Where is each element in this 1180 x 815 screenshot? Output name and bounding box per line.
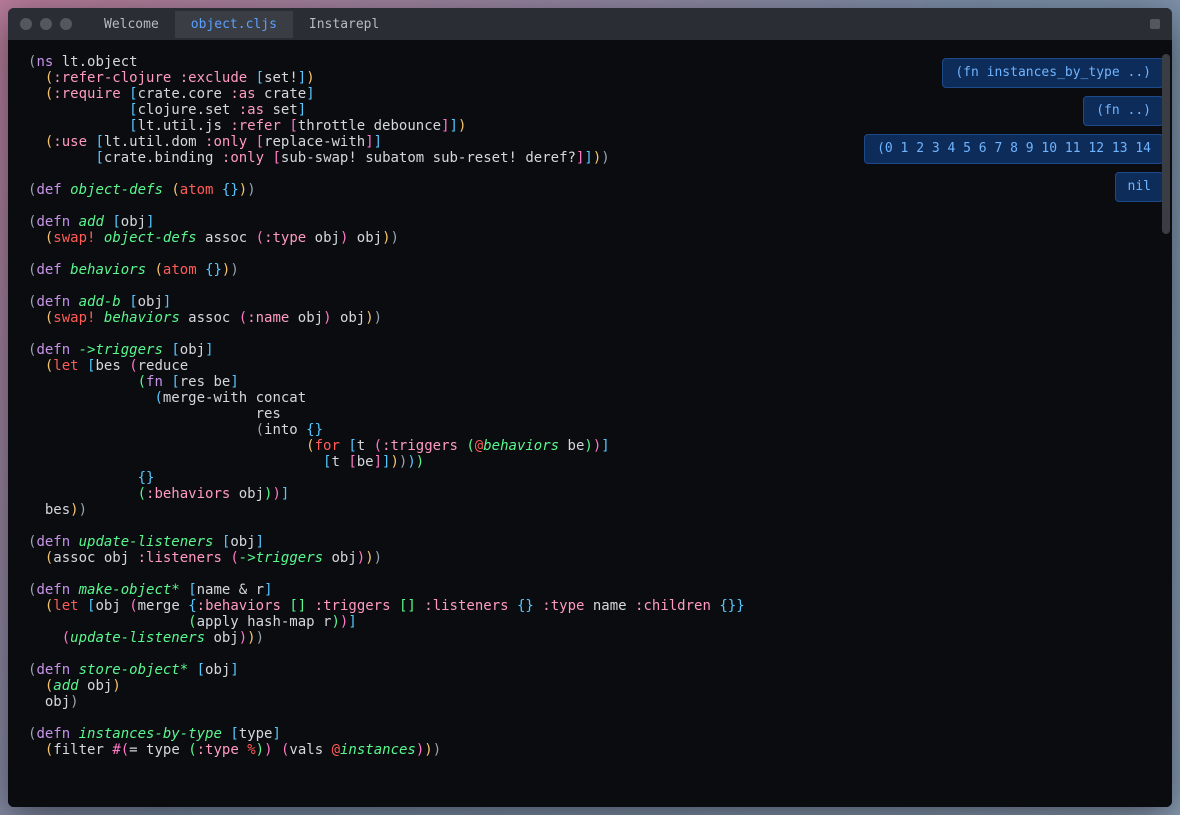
- code-line[interactable]: [t [be]])))): [28, 454, 1152, 470]
- code-line[interactable]: (defn update-listeners [obj]: [28, 534, 1152, 550]
- tab-instarepl[interactable]: Instarepl: [293, 11, 395, 38]
- code-line[interactable]: (def behaviors (atom {})): [28, 262, 1152, 278]
- eval-results: (fn instances_by_type ..) (fn ..) (0 1 2 3…: [864, 58, 1164, 202]
- editor-area[interactable]: (ns lt.object (:refer-clojure :exclude […: [8, 40, 1172, 807]
- code-line[interactable]: (for [t (:triggers (@behaviors be))]: [28, 438, 1152, 454]
- tab-welcome[interactable]: Welcome: [88, 11, 175, 38]
- code-line[interactable]: (merge-with concat: [28, 390, 1152, 406]
- code-line[interactable]: (update-listeners obj))): [28, 630, 1152, 646]
- code-line[interactable]: (fn [res be]: [28, 374, 1152, 390]
- eval-result[interactable]: (0 1 2 3 4 5 6 7 8 9 10 11 12 13 14: [864, 134, 1164, 164]
- minimize-window-icon[interactable]: [40, 18, 52, 30]
- code-line[interactable]: {}: [28, 470, 1152, 486]
- close-window-icon[interactable]: [20, 18, 32, 30]
- tab-bar: Welcomeobject.cljsInstarepl: [88, 11, 1150, 38]
- code-line[interactable]: (defn add-b [obj]: [28, 294, 1152, 310]
- eval-result[interactable]: (fn instances_by_type ..): [942, 58, 1164, 88]
- code-line[interactable]: obj): [28, 694, 1152, 710]
- code-line[interactable]: res: [28, 406, 1152, 422]
- code-line[interactable]: (defn instances-by-type [type]: [28, 726, 1152, 742]
- code-line[interactable]: [28, 278, 1152, 294]
- code-line[interactable]: (defn ->triggers [obj]: [28, 342, 1152, 358]
- code-line[interactable]: [28, 246, 1152, 262]
- code-line[interactable]: [28, 326, 1152, 342]
- code-line[interactable]: [28, 566, 1152, 582]
- code-line[interactable]: (let [bes (reduce: [28, 358, 1152, 374]
- code-line[interactable]: (defn add [obj]: [28, 214, 1152, 230]
- code-line[interactable]: (apply hash-map r))]: [28, 614, 1152, 630]
- code-line[interactable]: bes)): [28, 502, 1152, 518]
- eval-result[interactable]: (fn ..): [1083, 96, 1164, 126]
- code-line[interactable]: [28, 710, 1152, 726]
- tab-object-cljs[interactable]: object.cljs: [175, 11, 293, 38]
- code-line[interactable]: (into {}: [28, 422, 1152, 438]
- code-line[interactable]: (assoc obj :listeners (->triggers obj))): [28, 550, 1152, 566]
- eval-result[interactable]: nil: [1115, 172, 1164, 202]
- code-line[interactable]: (filter #(= type (:type %)) (vals @insta…: [28, 742, 1152, 758]
- scrollbar-thumb[interactable]: [1162, 54, 1170, 234]
- code-line[interactable]: (let [obj (merge {:behaviors [] :trigger…: [28, 598, 1152, 614]
- code-line[interactable]: (swap! object-defs assoc (:type obj) obj…: [28, 230, 1152, 246]
- tab-overflow-indicator[interactable]: [1150, 19, 1160, 29]
- code-line[interactable]: [28, 518, 1152, 534]
- editor-window: Welcomeobject.cljsInstarepl (ns lt.objec…: [8, 8, 1172, 807]
- code-line[interactable]: (swap! behaviors assoc (:name obj) obj)): [28, 310, 1152, 326]
- zoom-window-icon[interactable]: [60, 18, 72, 30]
- traffic-lights: [20, 18, 72, 30]
- code-line[interactable]: (defn store-object* [obj]: [28, 662, 1152, 678]
- titlebar: Welcomeobject.cljsInstarepl: [8, 8, 1172, 40]
- code-line[interactable]: (:behaviors obj))]: [28, 486, 1152, 502]
- code-line[interactable]: [28, 646, 1152, 662]
- code-line[interactable]: (add obj): [28, 678, 1152, 694]
- code-line[interactable]: (defn make-object* [name & r]: [28, 582, 1152, 598]
